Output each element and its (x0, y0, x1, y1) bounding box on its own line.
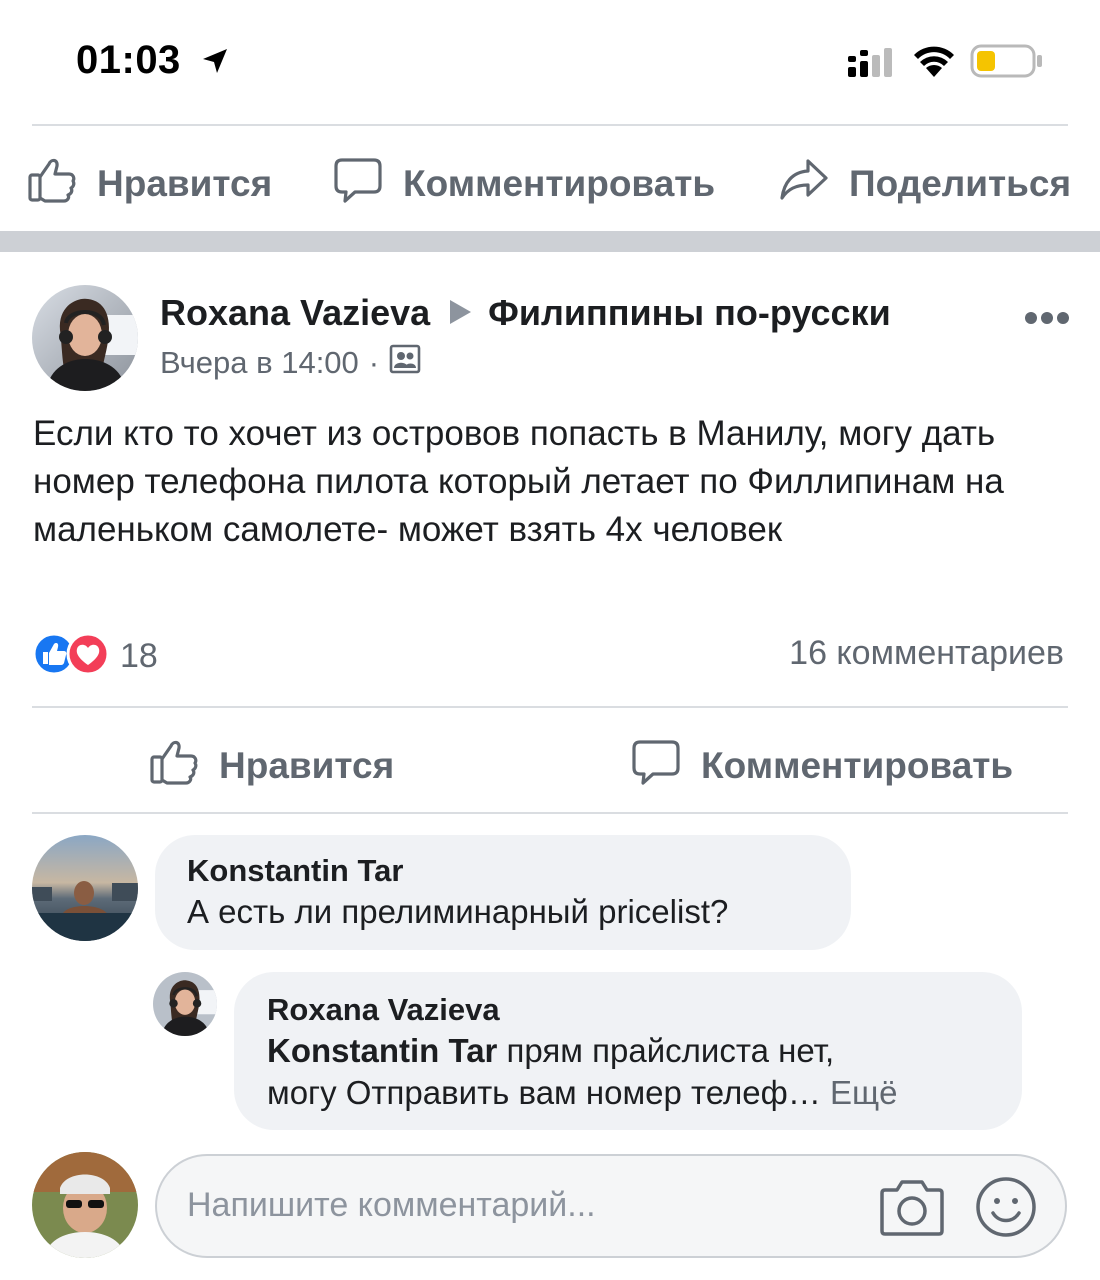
group-audience-icon (389, 343, 421, 383)
group-name[interactable]: Филиппины по-русски (488, 292, 891, 334)
reactions-summary[interactable]: 18 (32, 632, 158, 681)
post-action-bar: Нравится Комментировать (0, 732, 1100, 794)
comment-label: Комментировать (701, 744, 1014, 786)
more-options-icon[interactable] (1024, 310, 1070, 331)
emoji-smile-icon[interactable] (975, 1176, 1037, 1243)
comments-count[interactable]: 16 комментариев (789, 634, 1064, 673)
share-button[interactable]: Поделиться (779, 154, 1071, 213)
location-arrow-icon (200, 46, 230, 81)
post-author-name[interactable]: Roxana Vazieva (160, 292, 430, 334)
meta-separator: · (368, 345, 380, 380)
comment-button[interactable]: Комментировать (631, 736, 1013, 795)
comment-text: А есть ли прелиминарный pricelist? (187, 893, 729, 930)
comment-input-placeholder: Напишите комментарий... (187, 1186, 596, 1224)
comment-bubble-icon (631, 736, 681, 795)
post-text: Если кто то хочет из островов попасть в … (33, 414, 1004, 549)
divider (32, 812, 1068, 814)
comment-input[interactable]: Напишите комментарий... (155, 1154, 1067, 1258)
reply-mention[interactable]: Konstantin Tar (267, 1032, 497, 1069)
comment-author[interactable]: Konstantin Tar (187, 853, 403, 889)
reply-author[interactable]: Roxana Vazieva (267, 992, 500, 1028)
post-header-title: Roxana Vazieva Филиппины по-русски (160, 292, 891, 334)
like-label: Нравится (219, 744, 395, 786)
reply-text-line-2: могу Отправить вам номер телеф… Ещё (267, 1072, 898, 1114)
comment-label: Комментировать (403, 162, 716, 204)
commenter-avatar[interactable] (32, 835, 138, 941)
reply-text-line-1: Konstantin Tar прям прайслиста нет, (267, 1030, 834, 1072)
divider (32, 124, 1068, 126)
status-bar: 01:03 (0, 0, 1100, 125)
triangle-right-icon (448, 292, 472, 334)
reply-text-part: могу Отправить вам номер телеф… (267, 1074, 821, 1111)
reply-text-part: прям прайслиста нет, (497, 1032, 835, 1069)
comment-bubble-icon (333, 154, 383, 213)
share-label: Поделиться (849, 162, 1072, 204)
divider (32, 706, 1068, 708)
status-time: 01:03 (76, 38, 181, 82)
post-separator (0, 231, 1100, 252)
battery-low-icon (970, 44, 1044, 83)
reply-author-avatar[interactable] (153, 972, 217, 1036)
like-button[interactable]: Нравится (27, 154, 272, 213)
thumbs-up-icon (27, 154, 77, 213)
thumbs-up-icon (149, 736, 199, 795)
like-label: Нравится (97, 162, 273, 204)
post-meta: Вчера в 14:00 · (160, 343, 421, 383)
author-avatar[interactable] (32, 285, 138, 391)
current-user-avatar (32, 1152, 138, 1258)
reply-bubble[interactable]: Roxana Vazieva Konstantin Tar прям прайс… (234, 972, 1022, 1130)
share-arrow-icon (779, 154, 829, 213)
like-button[interactable]: Нравится (149, 736, 394, 795)
cellular-signal-icon (846, 47, 896, 82)
previous-post-action-bar: Нравится Комментировать Поделиться (0, 150, 1100, 212)
comment-bubble[interactable]: Konstantin Tar А есть ли прелиминарный p… (155, 835, 851, 950)
love-reaction-icon (66, 632, 110, 681)
reaction-count: 18 (120, 637, 158, 675)
see-more-link[interactable]: Ещё (830, 1074, 898, 1111)
wifi-icon (911, 44, 957, 83)
post-timestamp[interactable]: Вчера в 14:00 (160, 345, 359, 381)
camera-icon[interactable] (879, 1176, 945, 1243)
comment-button[interactable]: Комментировать (333, 154, 715, 213)
